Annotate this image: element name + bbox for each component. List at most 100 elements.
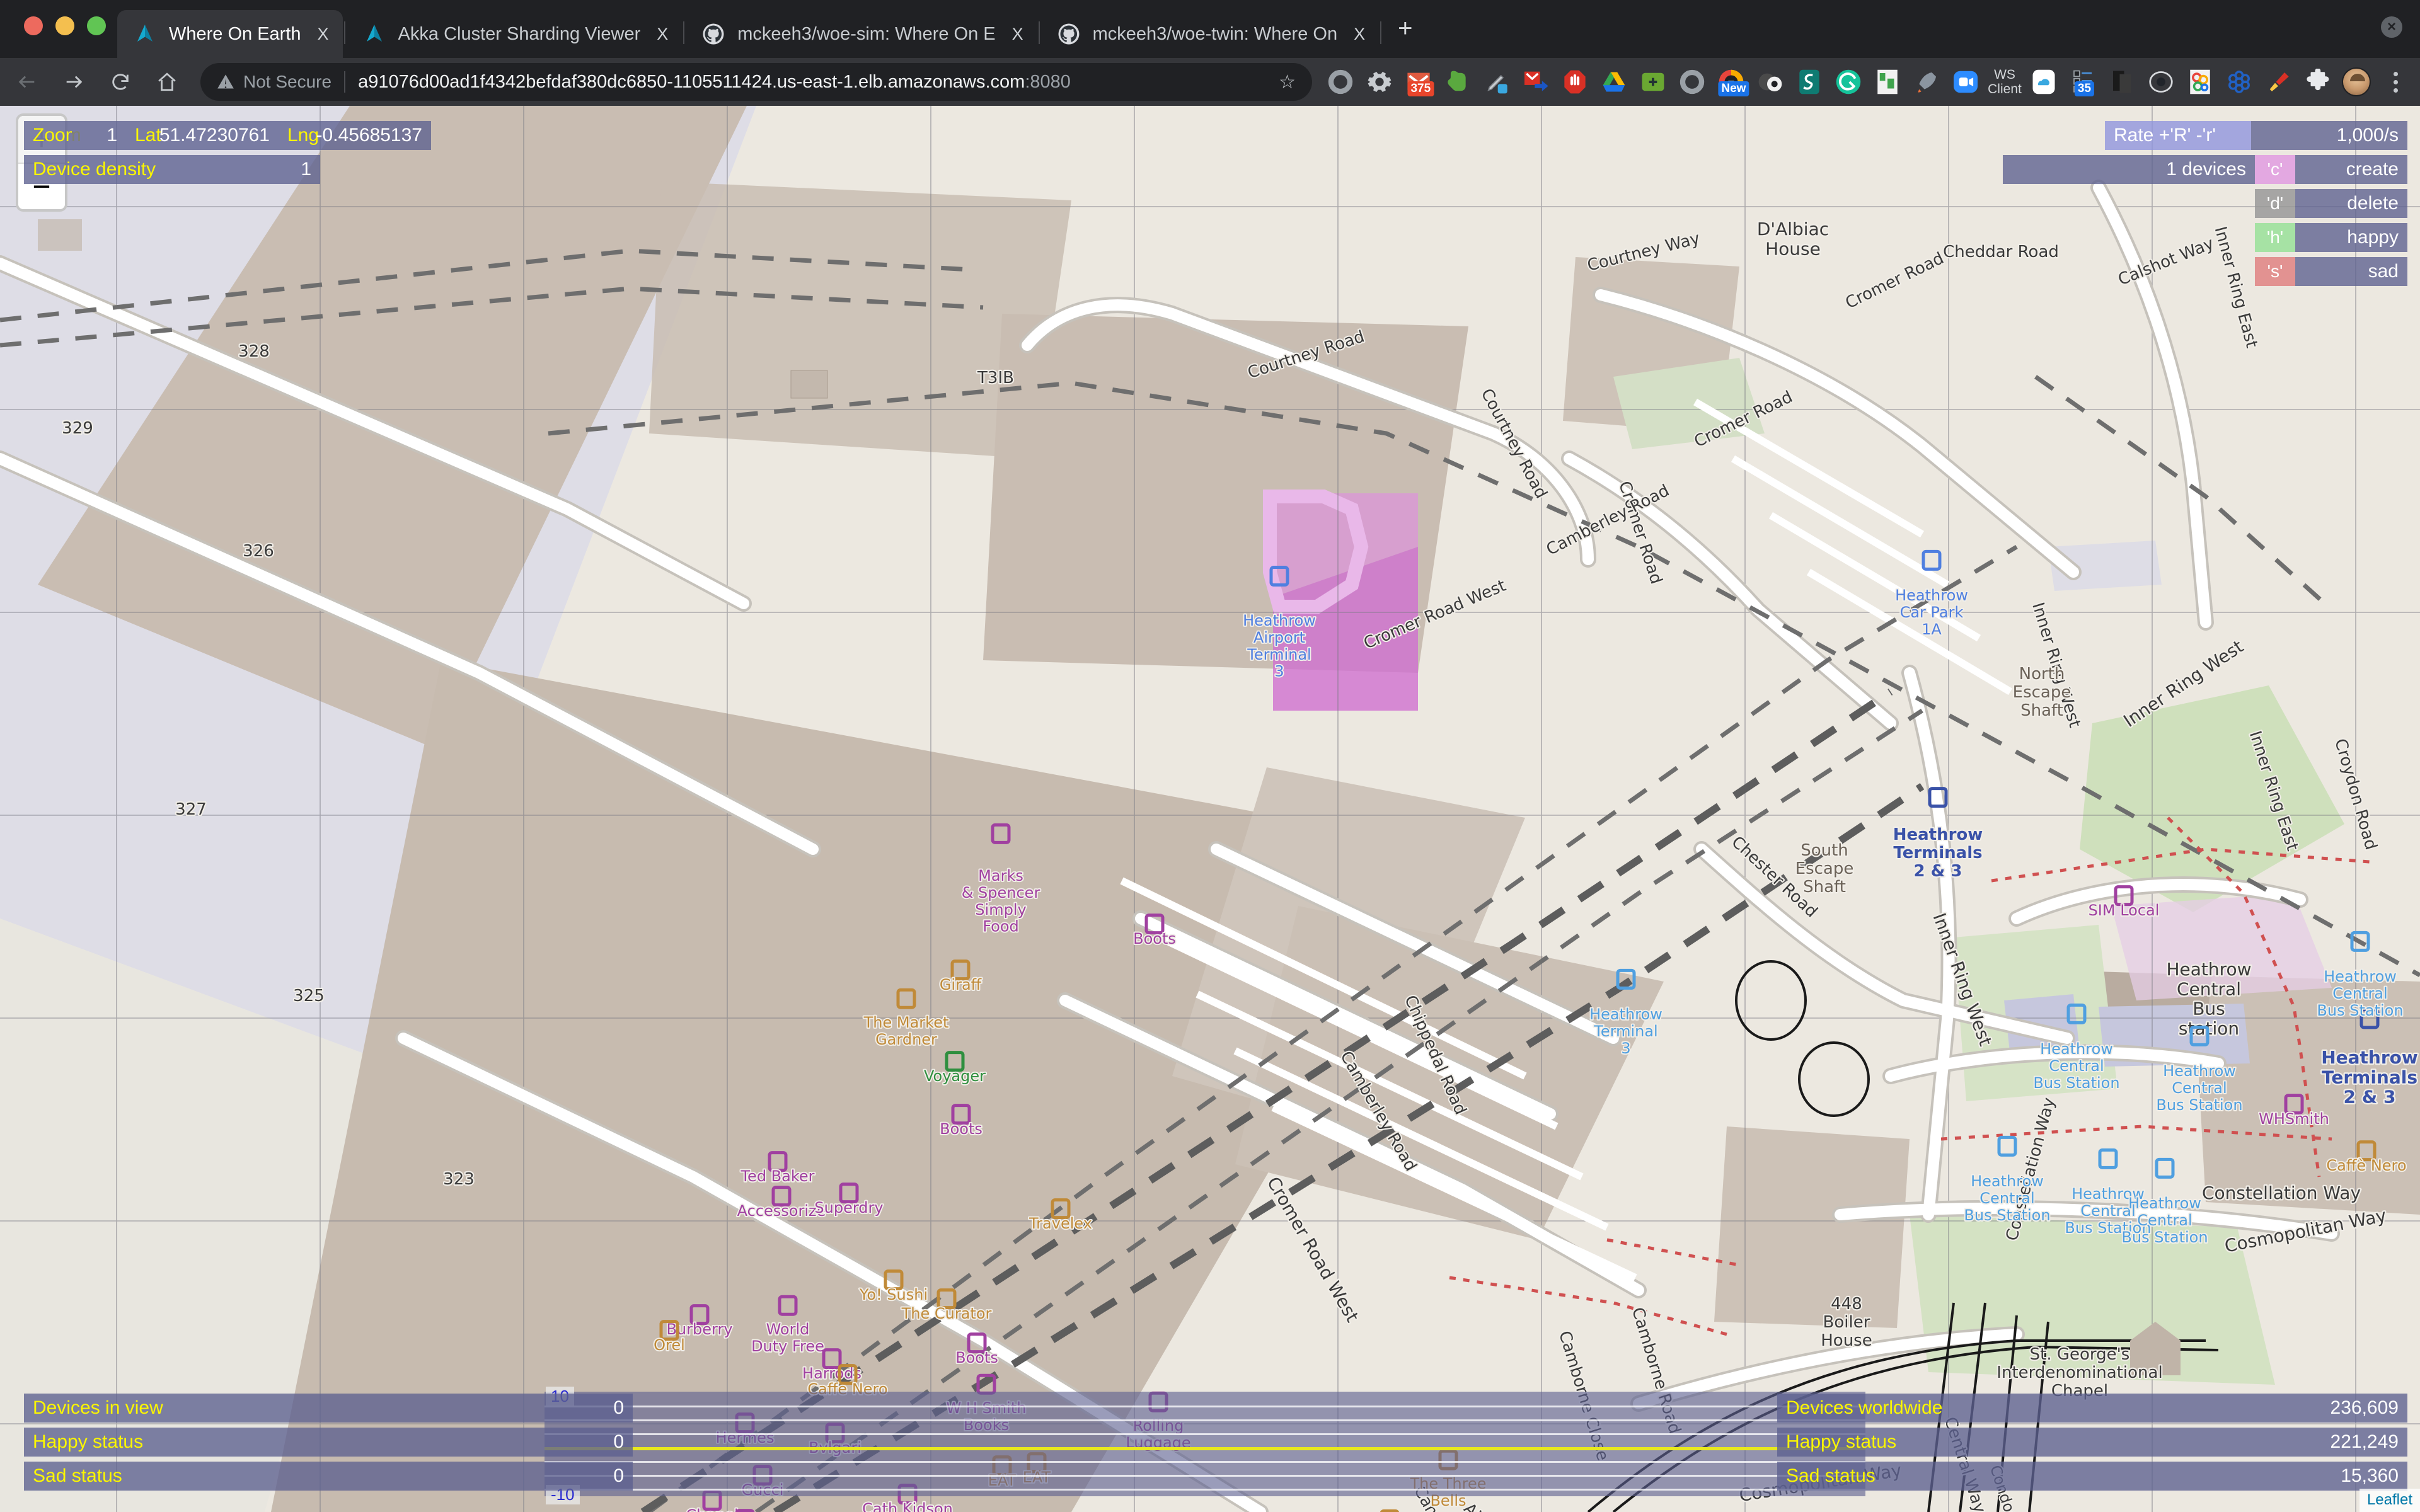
security-indicator[interactable]: Not Secure xyxy=(217,72,331,92)
device-count-badge: 35 xyxy=(2074,81,2095,96)
devices-in-view-label: Devices in view xyxy=(24,1394,490,1423)
browser-window: Where On Earth X Akka Cluster Sharding V… xyxy=(0,0,2420,1512)
lat-label: Lat xyxy=(126,121,164,150)
adblock-stop-hand-icon[interactable] xyxy=(1555,62,1594,101)
tab-map-icon[interactable] xyxy=(1868,62,1907,101)
ws-client-icon[interactable]: WS Client xyxy=(1985,62,2024,101)
tab-title: Akka Cluster Sharding Viewer xyxy=(398,23,641,44)
tab-title: mckeeh3/woe-sim: Where On E xyxy=(737,23,996,44)
zoom-camera-icon[interactable] xyxy=(1946,62,1985,101)
delete-key[interactable]: 'd' xyxy=(2255,189,2295,218)
browser-tab-where-on-earth[interactable]: Where On Earth X xyxy=(117,10,343,58)
devices-in-view-row: Devices in view 0 xyxy=(24,1394,633,1423)
devices-worldwide-panel: Devices worldwide 236,609 Happy status 2… xyxy=(1777,1394,2407,1496)
device-list-icon[interactable]: 35 xyxy=(2063,62,2102,101)
github-icon xyxy=(1058,23,1080,45)
akka-icon xyxy=(137,25,153,42)
puzzle-piece-icon[interactable] xyxy=(2298,62,2337,101)
gear-icon[interactable] xyxy=(1360,62,1399,101)
gray-ring-icon[interactable] xyxy=(1321,62,1360,101)
teal-s-icon[interactable] xyxy=(1790,62,1829,101)
tab-close-button[interactable]: X xyxy=(1354,25,1365,43)
close-icon[interactable]: × xyxy=(2381,16,2402,38)
happy-status-world-row: Happy status 221,249 xyxy=(1777,1428,2407,1457)
window-zoom-button[interactable] xyxy=(87,16,106,35)
window-minimize-button[interactable] xyxy=(55,16,74,35)
sad-label[interactable]: sad xyxy=(2295,257,2407,286)
three-dots-menu-icon[interactable] xyxy=(2376,62,2415,101)
create-key[interactable]: 'c' xyxy=(2255,155,2295,184)
window-close-button[interactable] xyxy=(24,16,43,35)
device-density-row: Device density 1 xyxy=(24,155,431,184)
rocket-icon[interactable] xyxy=(1907,62,1946,101)
devices-in-view-panel: Devices in view 0 Happy status 0 Sad sta… xyxy=(24,1394,633,1496)
security-label: Not Secure xyxy=(243,72,332,91)
happy-label[interactable]: happy xyxy=(2295,223,2407,252)
sad-status-value: 0 xyxy=(490,1462,633,1491)
tab-strip: Where On Earth X Akka Cluster Sharding V… xyxy=(0,0,2420,58)
cloud-icon[interactable] xyxy=(2024,62,2063,101)
avatar[interactable] xyxy=(2337,62,2376,101)
green-note-icon[interactable] xyxy=(1634,62,1673,101)
star-icon[interactable]: ☆ xyxy=(1267,71,1296,93)
pen-tool-icon[interactable] xyxy=(1477,62,1516,101)
delete-label[interactable]: delete xyxy=(2295,189,2407,218)
create-label[interactable]: create xyxy=(2295,155,2407,184)
address-bar[interactable]: Not Secure a91076d00ad1f4342befdaf380dc6… xyxy=(200,63,1312,101)
rainbow-lock-icon[interactable]: New xyxy=(1712,62,1751,101)
map-tiles xyxy=(0,106,2420,1512)
browser-tab-akka-cluster-sharding-viewer[interactable]: Akka Cluster Sharding Viewer X xyxy=(347,10,683,58)
black-pages-icon[interactable] xyxy=(2102,62,2141,101)
happy-status-value: 0 xyxy=(490,1428,633,1457)
map-controls-panel: Rate +'R' -'r' 1,000/s 1 devices 'c' cre… xyxy=(2003,121,2407,291)
browser-tab-woe-sim[interactable]: mckeeh3/woe-sim: Where On E X xyxy=(686,10,1037,58)
back-arrow-icon[interactable] xyxy=(8,62,47,101)
browser-toolbar: Not Secure a91076d00ad1f4342befdaf380dc6… xyxy=(0,58,2420,106)
evernote-elephant-icon[interactable] xyxy=(1438,62,1477,101)
new-tab-button[interactable]: + xyxy=(1398,16,1412,50)
devices-in-view-value: 0 xyxy=(490,1394,633,1423)
sad-status-world-row: Sad status 15,360 xyxy=(1777,1462,2407,1491)
delete-action-row[interactable]: 'd' delete xyxy=(2003,189,2407,218)
map-viewport[interactable]: Courtney Way Courtney Road Courtney Road Ch… xyxy=(0,106,2420,1512)
sad-key[interactable]: 's' xyxy=(2255,257,2295,286)
tab-close-button[interactable]: X xyxy=(1012,25,1023,43)
broom-icon[interactable] xyxy=(2259,62,2298,101)
url-text[interactable]: a91076d00ad1f4342befdaf380dc6850-1105511… xyxy=(358,72,1071,93)
forward-arrow-icon[interactable] xyxy=(54,62,93,101)
home-icon[interactable] xyxy=(147,62,187,101)
device-density-value: 1 xyxy=(232,155,320,184)
devices-worldwide-row: Devices worldwide 236,609 xyxy=(1777,1394,2407,1423)
happy-status-world-label: Happy status xyxy=(1777,1428,2155,1457)
github-icon xyxy=(703,23,724,45)
device-count-label: 1 devices xyxy=(2003,155,2255,184)
zoom-value: 1 xyxy=(72,121,126,150)
happy-key[interactable]: 'h' xyxy=(2255,223,2295,252)
ghost-icon[interactable] xyxy=(2141,62,2181,101)
window-traffic-lights xyxy=(24,16,106,35)
leaflet-attribution[interactable]: Leaflet xyxy=(2359,1489,2420,1512)
zoom-label: Zoom xyxy=(24,121,81,150)
tab-title: Where On Earth xyxy=(169,23,301,44)
lng-label: Lng xyxy=(279,121,319,150)
color-circles-icon[interactable] xyxy=(2181,62,2220,101)
reload-icon[interactable] xyxy=(101,62,140,101)
create-action-row[interactable]: 1 devices 'c' create xyxy=(2003,155,2407,184)
mail-inbox-icon[interactable]: 375 xyxy=(1399,62,1438,101)
tab-close-button[interactable]: X xyxy=(657,25,668,43)
blue-flower-icon[interactable] xyxy=(2220,62,2259,101)
google-drive-icon[interactable] xyxy=(1594,62,1634,101)
sad-action-row[interactable]: 's' sad xyxy=(2003,257,2407,286)
sad-status-label: Sad status xyxy=(24,1462,490,1491)
gray-ring-2-icon[interactable] xyxy=(1673,62,1712,101)
grammarly-g-icon[interactable] xyxy=(1829,62,1868,101)
gmail-forward-icon[interactable] xyxy=(1516,62,1555,101)
devices-worldwide-value: 236,609 xyxy=(2155,1394,2407,1423)
browser-tab-woe-twin[interactable]: mckeeh3/woe-twin: Where On X xyxy=(1041,10,1379,58)
dark-blob-icon[interactable] xyxy=(1751,62,1790,101)
url-host: a91076d00ad1f4342befdaf380dc6850-1105511… xyxy=(358,71,1025,92)
tab-close-button[interactable]: X xyxy=(318,25,329,43)
happy-action-row[interactable]: 'h' happy xyxy=(2003,223,2407,252)
tab-divider xyxy=(343,21,345,44)
extension-badge: New xyxy=(1718,81,1749,96)
